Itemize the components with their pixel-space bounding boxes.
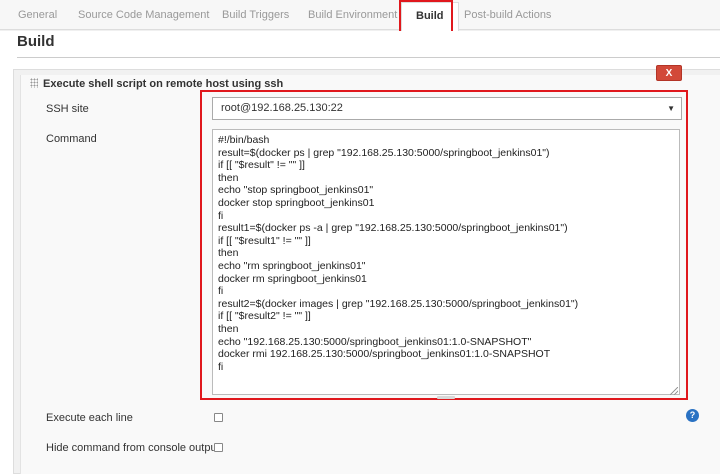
resize-handle-icon[interactable]: [670, 387, 678, 395]
section-divider: [17, 57, 720, 58]
help-icon[interactable]: ?: [686, 409, 699, 422]
command-textarea[interactable]: #!/bin/bash result=$(docker ps | grep "19…: [212, 129, 680, 395]
command-line: then: [218, 322, 239, 335]
chevron-down-icon: ▼: [667, 104, 675, 113]
command-line: if [[ "$result" != "" ]]: [218, 159, 305, 172]
tab-source-code-management[interactable]: Source Code Management: [78, 0, 209, 30]
command-line: docker rmi 192.168.25.130:5000/springboo…: [218, 348, 551, 361]
hide-command-label: Hide command from console output: [46, 442, 220, 454]
command-line: result1=$(docker ps -a | grep "192.168.2…: [218, 222, 568, 235]
hide-command-checkbox[interactable]: [214, 443, 223, 452]
command-line: fi: [218, 285, 224, 298]
tab-build-environment[interactable]: Build Environment: [308, 0, 397, 30]
command-line: result2=$(docker images | grep "192.168.…: [218, 297, 579, 310]
tab-general[interactable]: General: [18, 0, 57, 30]
build-section: Build Execute shell script on remote hos…: [0, 31, 720, 474]
execute-each-line-label: Execute each line: [46, 412, 133, 424]
section-title: Build: [17, 33, 55, 50]
command-line: docker stop springboot_jenkins01: [218, 196, 375, 209]
tab-post-build-actions[interactable]: Post-build Actions: [464, 0, 551, 30]
command-line: #!/bin/bash: [218, 134, 270, 146]
command-line: if [[ "$result1" != "" ]]: [218, 234, 311, 247]
command-line: fi: [218, 209, 224, 222]
command-label: Command: [46, 133, 97, 145]
tab-build-triggers[interactable]: Build Triggers: [222, 0, 289, 30]
ssh-site-select[interactable]: root@192.168.25.130:22 ▼: [212, 97, 682, 120]
build-tab-highlight: [399, 0, 453, 34]
ssh-site-label: SSH site: [46, 103, 89, 115]
command-line: fi: [218, 360, 224, 373]
command-line: echo "rm springboot_jenkins01": [218, 259, 366, 272]
command-line: echo "192.168.25.130:5000/springboot_jen…: [218, 335, 532, 348]
command-line: if [[ "$result2" != "" ]]: [218, 310, 311, 323]
ssh-site-value: root@192.168.25.130:22: [221, 102, 343, 114]
command-line: then: [218, 171, 239, 184]
command-line: docker rm springboot_jenkins01: [218, 272, 367, 285]
command-line: result=$(docker ps | grep "192.168.25.13…: [218, 146, 550, 159]
delete-step-button[interactable]: X: [656, 65, 682, 81]
command-line: then: [218, 247, 239, 260]
drag-handle-icon[interactable]: [30, 78, 38, 88]
execute-each-line-checkbox[interactable]: [214, 413, 223, 422]
config-tabs: General Source Code Management Build Tri…: [0, 0, 720, 32]
command-line: echo "stop springboot_jenkins01": [218, 184, 374, 197]
textarea-expand-grip[interactable]: [437, 396, 455, 399]
build-step-title: Execute shell script on remote host usin…: [43, 78, 284, 90]
